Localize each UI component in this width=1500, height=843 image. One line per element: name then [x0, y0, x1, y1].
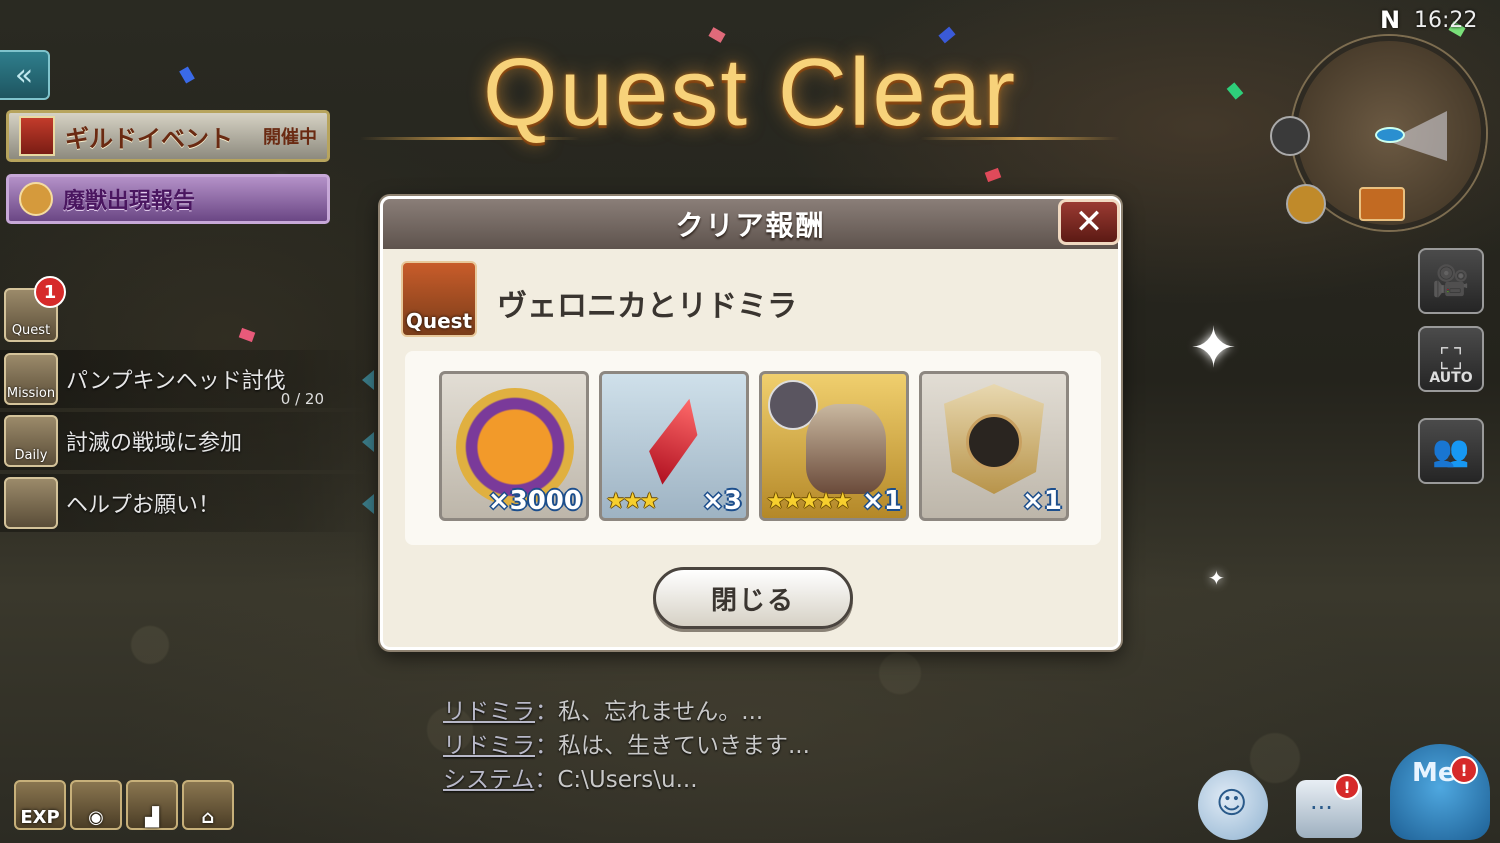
- mission-text: パンプキンヘッド討伐: [66, 369, 286, 394]
- guild-event-label: ギルドイベント: [65, 124, 233, 153]
- close-button[interactable]: 閉じる: [653, 567, 853, 629]
- reward-quantity: ×3: [702, 486, 742, 516]
- quest-notification-badge: 1: [34, 276, 66, 308]
- reward-quantity: ×3000: [487, 486, 582, 516]
- chat-sep: ：: [534, 767, 558, 793]
- chat-line: リドミラ：私、忘れません。...: [443, 692, 763, 726]
- cage-icon: ⌂: [201, 807, 215, 828]
- pumpkin-marker-icon: [1359, 187, 1405, 221]
- dialog-title: クリア報酬: [675, 209, 826, 242]
- beast-report-label: 魔獣出現報告: [63, 189, 196, 214]
- chat-sep: ：: [535, 699, 558, 725]
- exp-label: EXP: [20, 807, 60, 828]
- clock: 16:22: [1414, 8, 1478, 33]
- reward-list: ×3000 ★★★ ×3 ★★★★★ ×1 ×1: [405, 351, 1101, 545]
- menu-badge: !: [1450, 756, 1478, 784]
- chat-speaker[interactable]: リドミラ: [443, 699, 535, 725]
- party-button[interactable]: 👥: [1418, 418, 1484, 484]
- reward-pumpkin-medal[interactable]: ×3000: [439, 371, 589, 521]
- mission-text: 討滅の戦域に参加: [66, 431, 243, 456]
- quest-icon-label: Quest: [405, 309, 473, 333]
- expand-arrow-icon: [362, 432, 374, 452]
- smiley-icon: ☺: [1216, 786, 1248, 821]
- chat-sep: ：: [535, 733, 558, 759]
- dialog-close-x-button[interactable]: ✕: [1058, 199, 1120, 245]
- daily-icon: Daily: [4, 415, 58, 467]
- reward-rarity-stars: ★★★★★: [766, 489, 853, 514]
- gold-boost-button[interactable]: ◉: [70, 780, 122, 830]
- zombie-icon: [806, 404, 886, 494]
- chat-speaker[interactable]: リドミラ: [443, 733, 535, 759]
- reward-zombie-unit[interactable]: ★★★★★ ×1: [759, 371, 909, 521]
- dialog-header: クリア報酬 ✕: [383, 199, 1120, 249]
- quest-name: ヴェロニカとリドミラ: [497, 289, 797, 324]
- chat-line: リドミラ：私は、生きていきます...: [443, 726, 810, 760]
- drop-boost-button[interactable]: ▟: [126, 780, 178, 830]
- quest-list-button[interactable]: Quest 1: [4, 276, 66, 342]
- quest-clear-banner: Quest Clear: [482, 39, 1018, 146]
- map-toggle-button[interactable]: [1270, 116, 1310, 156]
- help-box-icon: [4, 477, 58, 529]
- menu-label: Me: [1412, 758, 1456, 788]
- reward-quantity: ×1: [1022, 486, 1062, 516]
- mission-row-help[interactable]: ヘルプお願い！: [0, 474, 374, 532]
- mission-text: ヘルプお願い！: [66, 493, 221, 518]
- guild-event-status: 開催中: [263, 127, 317, 148]
- reward-quantity: ×1: [862, 486, 902, 516]
- chat-text: 私は、生きていきます...: [558, 733, 810, 759]
- back-button[interactable]: «: [0, 50, 50, 100]
- chat-speaker[interactable]: システム: [443, 767, 534, 793]
- mission-row-daily[interactable]: Daily 討滅の戦域に参加: [0, 412, 374, 470]
- emote-button[interactable]: ☺: [1198, 770, 1268, 840]
- quest-stall-icon: Quest: [401, 261, 477, 337]
- quest-tag: Quest: [11, 323, 51, 338]
- guild-flag-icon: [19, 116, 55, 156]
- menu-button[interactable]: Me !: [1390, 744, 1490, 840]
- beast-face-icon: [19, 182, 53, 216]
- chat-button[interactable]: ··· !: [1296, 774, 1362, 838]
- auto-button[interactable]: ⛶ AUTO: [1418, 326, 1484, 392]
- reward-red-crystal[interactable]: ★★★ ×3: [599, 371, 749, 521]
- mission-row-pumpkin[interactable]: Mission パンプキンヘッド討伐 0 / 20: [0, 350, 374, 408]
- camera-icon: 🎥: [1432, 263, 1470, 299]
- daily-tag: Daily: [14, 448, 48, 463]
- target-button[interactable]: [1286, 184, 1326, 224]
- red-crystal-icon: [640, 392, 708, 490]
- confetti: [984, 167, 1002, 183]
- reward-rarity-stars: ★★★: [606, 489, 659, 514]
- chat-text: C:\Users\u...: [557, 767, 698, 793]
- mission-icon: Mission: [4, 353, 58, 405]
- emblem-face-icon: [966, 414, 1022, 470]
- chat-bubble-icon: ···: [1310, 794, 1333, 822]
- reward-emblem[interactable]: ×1: [919, 371, 1069, 521]
- expand-arrow-icon: [362, 494, 374, 514]
- compass-north: N: [1380, 6, 1401, 34]
- camera-button[interactable]: 🎥: [1418, 248, 1484, 314]
- cage-button[interactable]: ⌂: [182, 780, 234, 830]
- back-chevron-icon: «: [14, 57, 34, 93]
- sparkle-icon: ✦: [1190, 316, 1237, 381]
- chat-text: 私、忘れません。...: [558, 699, 764, 725]
- beast-report-button[interactable]: 魔獣出現報告: [6, 174, 330, 224]
- confetti: [1226, 82, 1244, 100]
- close-icon: ✕: [1074, 202, 1104, 242]
- guild-event-button[interactable]: ギルドイベント 開催中: [6, 110, 330, 162]
- mission-progress: 0 / 20: [280, 390, 324, 408]
- chat-line: システム：C:\Users\u...: [443, 760, 698, 794]
- party-icon: 👥: [1432, 433, 1470, 469]
- auto-label: AUTO: [1429, 370, 1473, 386]
- sparkle-icon: ✦: [1208, 566, 1225, 590]
- coin-icon: ◉: [88, 807, 104, 828]
- clear-reward-dialog: クリア報酬 ✕ Quest ヴェロニカとリドミラ ×3000 ★★★ ×3 ★★…: [380, 196, 1121, 650]
- chat-badge: !: [1334, 774, 1360, 800]
- mission-tag: Mission: [6, 386, 56, 401]
- expand-arrow-icon: [362, 370, 374, 390]
- boot-icon: ▟: [145, 807, 159, 828]
- confetti: [179, 66, 195, 84]
- player-marker-icon: [1375, 127, 1405, 143]
- confetti: [238, 327, 256, 343]
- exp-boost-button[interactable]: EXP: [14, 780, 66, 830]
